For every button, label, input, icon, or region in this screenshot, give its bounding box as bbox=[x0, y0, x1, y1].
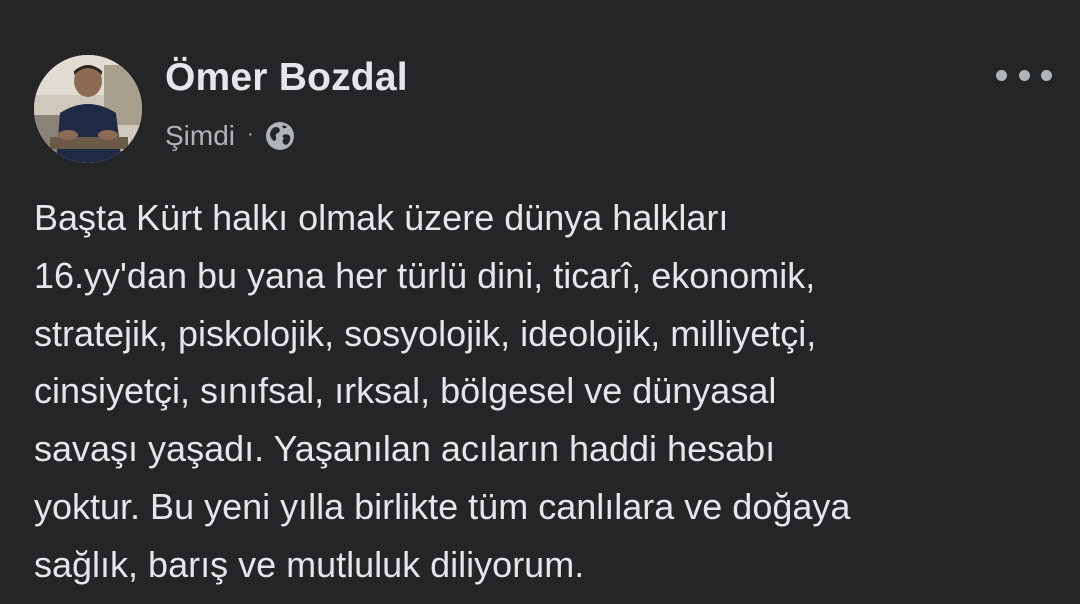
more-options-dot bbox=[1018, 69, 1030, 81]
post-text-line: savaşı yaşadı. Yaşanılan acıların haddi … bbox=[34, 428, 776, 470]
post-text-line: sağlık, barış ve mutluluk diliyorum. bbox=[34, 543, 585, 585]
post-timestamp[interactable]: Şimdi bbox=[165, 120, 235, 152]
post-text-line: Başta Kürt halkı olmak üzere dünya halkl… bbox=[34, 197, 729, 238]
meta-separator: · bbox=[247, 122, 254, 145]
more-options-dot bbox=[1041, 69, 1052, 81]
globe-icon[interactable] bbox=[264, 120, 296, 152]
post-text-line: 16.yy'dan bu yana her türlü dini, ticarî… bbox=[34, 254, 816, 296]
author-name[interactable]: Ömer Bozdal bbox=[165, 56, 408, 100]
avatar-photo bbox=[34, 55, 142, 163]
post-text-line: stratejik, piskolojik, sosyolojik, ideol… bbox=[34, 312, 817, 354]
post-text-line: cinsiyetçi, sınıfsal, ırksal, bölgesel v… bbox=[34, 370, 777, 412]
post-text-line: yoktur. Bu yeni yılla birlikte tüm canlı… bbox=[34, 485, 851, 527]
avatar[interactable] bbox=[34, 55, 142, 163]
post-text: Başta Kürt halkı olmak üzere dünya halkl… bbox=[34, 189, 1054, 594]
post-meta: Şimdi · bbox=[165, 118, 296, 154]
more-options-dot bbox=[996, 69, 1007, 81]
more-options-icon[interactable] bbox=[996, 58, 1052, 92]
post-card: Ömer Bozdal Şimdi · Başta Kürt halkı olm… bbox=[0, 0, 1080, 604]
